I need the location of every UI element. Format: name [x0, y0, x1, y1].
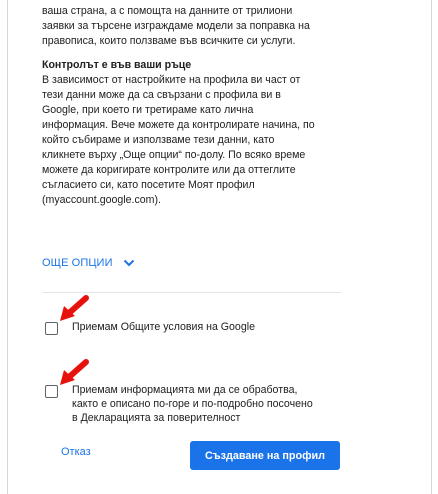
red-arrow-icon — [60, 295, 89, 321]
cancel-button[interactable]: Отказ — [61, 446, 91, 458]
more-options-button[interactable]: ОЩЕ ОПЦИИ — [42, 257, 135, 269]
control-heading: Контролът е във ваши ръце — [42, 59, 192, 71]
chevron-down-icon — [123, 259, 134, 267]
more-options-label: ОЩЕ ОПЦИИ — [42, 257, 113, 269]
privacy-checkbox-row: Приемам информацията ми да се обработва,… — [45, 383, 313, 425]
control-paragraph: В зависимост от настройките на профила в… — [42, 74, 315, 206]
create-account-button[interactable]: Създаване на профил — [190, 441, 340, 470]
privacy-checkbox-label: Приемам информацията ми да се обработва,… — [72, 384, 313, 424]
red-arrow-icon — [60, 359, 89, 385]
intro-paragraph: ваша страна, а с помощта на данните от т… — [42, 5, 310, 47]
terms-checkbox[interactable] — [45, 322, 58, 335]
privacy-text-block: ваша страна, а с помощта на данните от т… — [42, 4, 342, 208]
privacy-checkbox[interactable] — [45, 385, 58, 398]
terms-checkbox-label: Приемам Общите условия на Google — [72, 321, 255, 333]
